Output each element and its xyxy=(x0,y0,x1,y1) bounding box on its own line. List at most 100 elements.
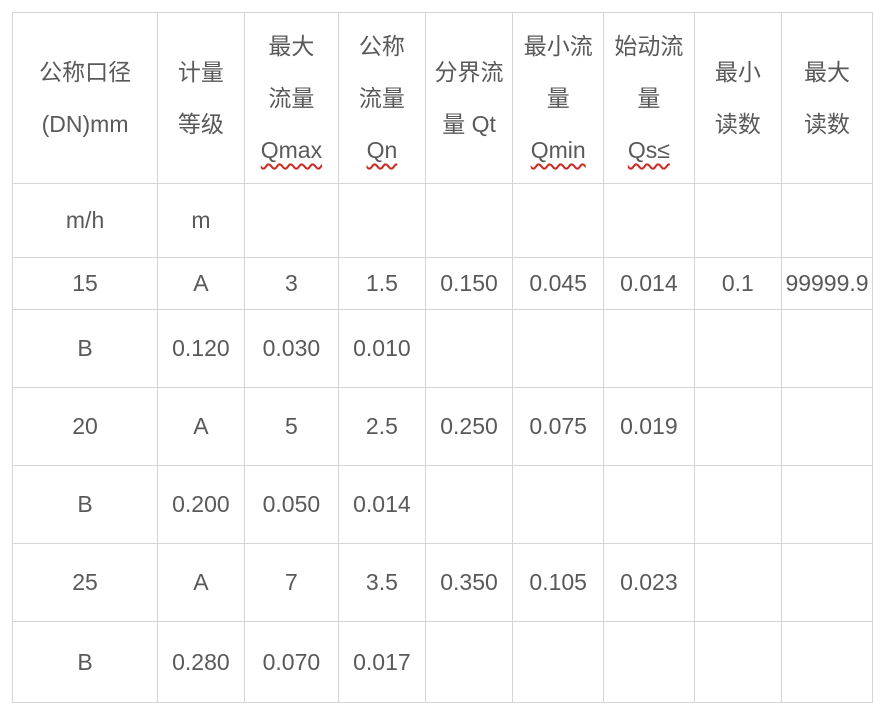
data-cell: 7 xyxy=(244,544,338,622)
header-line: 量 xyxy=(604,72,694,124)
data-cell: 0.010 xyxy=(339,310,426,388)
empty-cell xyxy=(513,184,604,258)
data-cell: 0.105 xyxy=(513,544,604,622)
data-cell: 25 xyxy=(13,544,158,622)
empty-cell xyxy=(782,544,873,622)
header-cell-min-reading: 最小读数 xyxy=(694,13,781,184)
data-cell: 0.045 xyxy=(513,258,604,310)
empty-cell xyxy=(782,622,873,703)
table-row: 15A31.50.1500.0450.0140.199999.9 xyxy=(13,258,873,310)
header-line: 分界流 xyxy=(426,46,513,98)
header-line: 始动流 xyxy=(604,20,694,72)
data-cell: 2.5 xyxy=(339,388,426,466)
header-line: (DN)mm xyxy=(13,98,157,150)
empty-cell xyxy=(782,184,873,258)
data-cell: 0.200 xyxy=(158,466,245,544)
data-cell: 0.050 xyxy=(244,466,338,544)
data-cell: B xyxy=(13,310,158,388)
empty-cell xyxy=(425,184,513,258)
header-cell-grade: 计量等级 xyxy=(158,13,245,184)
empty-cell xyxy=(694,622,781,703)
empty-cell xyxy=(339,184,426,258)
empty-cell xyxy=(244,184,338,258)
water-meter-spec-table: 公称口径(DN)mm计量等级最大流量Qmax公称流量Qn分界流量 Qt最小流量Q… xyxy=(12,12,873,703)
data-cell: 0.017 xyxy=(339,622,426,703)
header-line: 等级 xyxy=(158,98,244,150)
empty-cell xyxy=(694,544,781,622)
data-cell: 5 xyxy=(244,388,338,466)
data-cell: 0.014 xyxy=(604,258,695,310)
table-row: B0.1200.0300.010 xyxy=(13,310,873,388)
empty-cell xyxy=(604,184,695,258)
header-line: 读数 xyxy=(695,98,781,150)
header-line: 最大 xyxy=(782,46,872,98)
data-cell: 1.5 xyxy=(339,258,426,310)
table-row: m/hm xyxy=(13,184,873,258)
data-cell: 0.120 xyxy=(158,310,245,388)
empty-cell xyxy=(694,466,781,544)
data-cell: 0.023 xyxy=(604,544,695,622)
header-line: 流量 xyxy=(245,72,338,124)
table-row: B0.2000.0500.014 xyxy=(13,466,873,544)
header-line: 读数 xyxy=(782,98,872,150)
empty-cell xyxy=(425,310,513,388)
empty-cell xyxy=(604,622,695,703)
header-line-misspelled: Qmin xyxy=(513,124,603,176)
data-cell: m/h xyxy=(13,184,158,258)
data-cell: 20 xyxy=(13,388,158,466)
header-line: 流量 xyxy=(339,72,425,124)
empty-cell xyxy=(513,466,604,544)
data-cell: 0.150 xyxy=(425,258,513,310)
header-line: 公称 xyxy=(339,20,425,72)
data-cell: B xyxy=(13,622,158,703)
header-cell-qmin: 最小流量Qmin xyxy=(513,13,604,184)
data-cell: 15 xyxy=(13,258,158,310)
header-line-misspelled: Qs≤ xyxy=(604,124,694,176)
header-line: 最大 xyxy=(245,20,338,72)
data-cell: 0.070 xyxy=(244,622,338,703)
header-line: 公称口径 xyxy=(13,46,157,98)
header-cell-qmax: 最大流量Qmax xyxy=(244,13,338,184)
empty-cell xyxy=(513,310,604,388)
data-cell: A xyxy=(158,258,245,310)
data-cell: 0.019 xyxy=(604,388,695,466)
header-cell-qn: 公称流量Qn xyxy=(339,13,426,184)
empty-cell xyxy=(604,310,695,388)
empty-cell xyxy=(694,184,781,258)
header-line: 量 Qt xyxy=(426,98,513,150)
empty-cell xyxy=(782,310,873,388)
spec-table-body: m/hm15A31.50.1500.0450.0140.199999.9B0.1… xyxy=(13,184,873,703)
table-row: 25A73.50.3500.1050.023 xyxy=(13,544,873,622)
header-cell-qs: 始动流量Qs≤ xyxy=(604,13,695,184)
header-line: 最小 xyxy=(695,46,781,98)
data-cell: 0.030 xyxy=(244,310,338,388)
header-cell-max-reading: 最大读数 xyxy=(782,13,873,184)
header-line-misspelled: Qn xyxy=(339,124,425,176)
empty-cell xyxy=(694,388,781,466)
empty-cell xyxy=(425,466,513,544)
data-cell: 0.1 xyxy=(694,258,781,310)
data-cell: A xyxy=(158,388,245,466)
header-line: 量 xyxy=(513,72,603,124)
empty-cell xyxy=(782,466,873,544)
data-cell: 0.280 xyxy=(158,622,245,703)
data-cell: 0.350 xyxy=(425,544,513,622)
header-line-misspelled: Qmax xyxy=(245,124,338,176)
empty-cell xyxy=(513,622,604,703)
header-cell-dn: 公称口径(DN)mm xyxy=(13,13,158,184)
data-cell: m xyxy=(158,184,245,258)
data-cell: 0.075 xyxy=(513,388,604,466)
header-row: 公称口径(DN)mm计量等级最大流量Qmax公称流量Qn分界流量 Qt最小流量Q… xyxy=(13,13,873,184)
data-cell: A xyxy=(158,544,245,622)
empty-cell xyxy=(694,310,781,388)
empty-cell xyxy=(782,388,873,466)
header-line: 计量 xyxy=(158,46,244,98)
data-cell: 99999.9 xyxy=(782,258,873,310)
data-cell: 3 xyxy=(244,258,338,310)
empty-cell xyxy=(425,622,513,703)
header-line: 最小流 xyxy=(513,20,603,72)
data-cell: 0.014 xyxy=(339,466,426,544)
spec-table-header: 公称口径(DN)mm计量等级最大流量Qmax公称流量Qn分界流量 Qt最小流量Q… xyxy=(13,13,873,184)
table-row: B0.2800.0700.017 xyxy=(13,622,873,703)
table-row: 20A52.50.2500.0750.019 xyxy=(13,388,873,466)
